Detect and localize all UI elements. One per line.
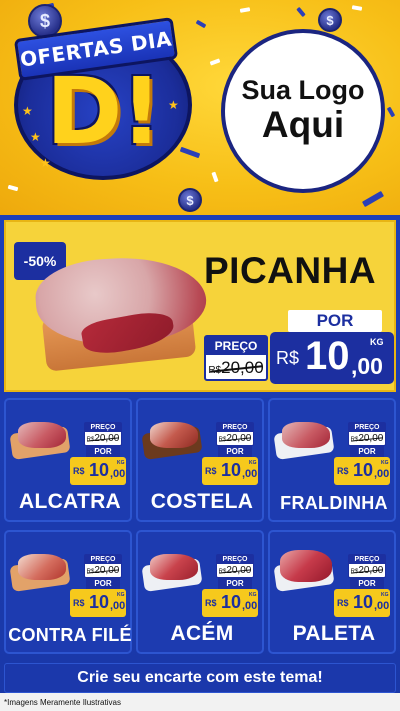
product-name: FRALDINHA xyxy=(280,493,388,513)
confetti xyxy=(351,5,363,11)
price-box: R$ 10,00 KG xyxy=(334,589,390,617)
product-image xyxy=(18,422,66,448)
product-name: PICANHA xyxy=(204,250,377,291)
product-name: ACÉM xyxy=(170,622,234,645)
por-label: POR xyxy=(350,578,384,589)
star-icon: ★ xyxy=(22,104,33,118)
star-icon: ★ xyxy=(30,130,41,144)
product-card[interactable]: PREÇO R$20,00 POR R$ 10,00 KG COSTELA xyxy=(136,398,264,522)
price-box: R$ 10,00 KG xyxy=(70,457,126,485)
old-price: R$20,00 xyxy=(85,564,121,579)
new-price-tag: POR R$ 10 ,00 KG xyxy=(270,310,394,388)
por-label: POR xyxy=(288,310,382,332)
price-box: R$ 10,00 KG xyxy=(334,457,390,485)
logo-text-line2: Aqui xyxy=(261,103,345,145)
old-price-tag: PREÇO R$20,00 xyxy=(216,422,254,446)
product-card[interactable]: PREÇO R$20,00 POR R$ 10,00 KG ALCATRA xyxy=(4,398,132,522)
cta-banner[interactable]: Crie seu encarte com este tema! xyxy=(4,663,396,693)
currency: R$ xyxy=(276,348,300,368)
product-image xyxy=(18,554,66,580)
price-integer: 10 xyxy=(305,334,350,378)
product-name: PALETA xyxy=(292,622,376,645)
confetti xyxy=(386,106,396,118)
por-label: POR xyxy=(350,446,384,457)
price-box: R$ 10,00 KG xyxy=(202,589,258,617)
old-price-tag: PREÇO R$20,00 xyxy=(348,554,386,578)
coin-icon: $ xyxy=(178,188,202,212)
product-card[interactable]: PREÇO R$20,00 POR R$ 10,00 KG ACÉM xyxy=(136,530,264,654)
confetti xyxy=(195,19,207,29)
old-price-tag: PREÇO R$20,00 xyxy=(84,422,122,446)
confetti xyxy=(7,184,19,192)
preco-label: PREÇO xyxy=(206,337,266,355)
product-image xyxy=(150,554,198,580)
header-banner: $ $ $ ★ ★ ★ ★ OFERTAS DIA D! Sua Logo Aq… xyxy=(0,0,400,215)
por-label: POR xyxy=(86,446,120,457)
product-image xyxy=(150,422,198,448)
confetti xyxy=(211,171,219,183)
product-name: COSTELA xyxy=(150,490,254,513)
logo-text-line1: Sua Logo xyxy=(241,75,365,106)
confetti xyxy=(361,190,385,208)
price-box: R$ 10 ,00 KG xyxy=(270,332,394,384)
price-box: R$ 10,00 KG xyxy=(202,457,258,485)
badge-letter: D! xyxy=(46,58,162,165)
confetti xyxy=(179,146,201,159)
product-card[interactable]: PREÇO R$20,00 POR R$ 10,00 KG PALETA xyxy=(268,530,396,654)
product-image xyxy=(280,550,332,582)
price-decimal: ,00 xyxy=(351,353,383,379)
product-name: CONTRA FILÉ xyxy=(8,625,132,645)
logo-placeholder[interactable]: Sua Logo Aqui xyxy=(221,29,385,193)
old-price: R$20,00 xyxy=(206,355,266,384)
product-name: ALCATRA xyxy=(18,490,122,513)
disclaimer: *Imagens Meramente Ilustrativas xyxy=(0,693,400,711)
product-image xyxy=(282,422,330,448)
product-card[interactable]: PREÇO R$20,00 POR R$ 10,00 KG FRALDINHA xyxy=(268,398,396,522)
por-label: POR xyxy=(218,446,252,457)
old-price: R$20,00 xyxy=(217,432,253,447)
old-price-tag: PREÇO R$20,00 xyxy=(84,554,122,578)
price-box: R$ 10,00 KG xyxy=(70,589,126,617)
confetti xyxy=(296,6,306,18)
por-label: POR xyxy=(218,578,252,589)
old-price-tag: PREÇO R$20,00 xyxy=(204,335,268,381)
confetti xyxy=(239,7,251,13)
old-price: R$20,00 xyxy=(349,564,385,579)
old-price-tag: PREÇO R$20,00 xyxy=(216,554,254,578)
product-card[interactable]: PREÇO R$20,00 POR R$ 10,00 KG CONTRA FILÉ xyxy=(4,530,132,654)
old-price: R$20,00 xyxy=(349,432,385,447)
star-icon: ★ xyxy=(168,98,179,112)
por-label: POR xyxy=(86,578,120,589)
old-price: R$20,00 xyxy=(85,432,121,447)
old-price-tag: PREÇO R$20,00 xyxy=(348,422,386,446)
old-price: R$20,00 xyxy=(217,564,253,579)
confetti xyxy=(209,58,221,66)
price-unit: KG xyxy=(370,337,384,347)
featured-product-card[interactable]: -50% PICANHA PREÇO R$20,00 POR R$ 10 ,00… xyxy=(4,220,396,392)
coin-icon: $ xyxy=(318,8,342,32)
